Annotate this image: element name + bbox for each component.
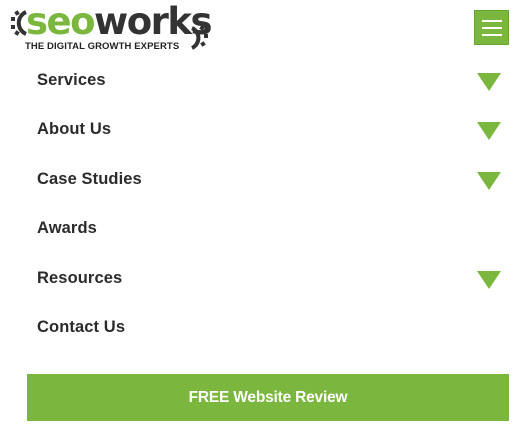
nav-item-label: Resources (37, 269, 123, 287)
cta-label: FREE Website Review (188, 388, 348, 406)
nav-item-label: Awards (37, 219, 97, 237)
chevron-down-icon[interactable] (477, 172, 501, 190)
nav-item-contact-us[interactable]: Contact Us (27, 304, 509, 353)
nav-item-awards[interactable]: Awards (27, 205, 509, 254)
nav-item-resources[interactable]: Resources (27, 255, 509, 304)
nav-item-services[interactable]: Services (27, 57, 509, 106)
free-website-review-button[interactable]: FREE Website Review (27, 374, 509, 421)
nav-item-case-studies[interactable]: Case Studies (27, 156, 509, 205)
nav-item-label: Contact Us (37, 318, 126, 336)
menu-toggle-button[interactable] (474, 10, 509, 45)
hamburger-icon (482, 20, 502, 22)
nav-item-label: About Us (37, 120, 112, 138)
chevron-down-icon[interactable] (477, 271, 501, 289)
logo-seo-text: seo (26, 0, 96, 43)
nav-item-label: Case Studies (37, 170, 142, 188)
hamburger-icon (482, 27, 502, 29)
hamburger-icon (482, 34, 502, 36)
logo-tagline: THE DIGITAL GROWTH EXPERTS (25, 41, 180, 52)
site-header: seoworks THE DIGITAL GROWTH EXPERTS (0, 0, 516, 60)
gear-icon (190, 25, 208, 50)
logo-wordmark: seoworks (26, 0, 213, 43)
seoworks-logo[interactable]: seoworks THE DIGITAL GROWTH EXPERTS (10, 2, 215, 54)
nav-item-about-us[interactable]: About Us (27, 106, 509, 155)
chevron-down-icon[interactable] (477, 122, 501, 140)
chevron-down-icon[interactable] (477, 73, 501, 91)
nav-item-label: Services (37, 71, 106, 89)
